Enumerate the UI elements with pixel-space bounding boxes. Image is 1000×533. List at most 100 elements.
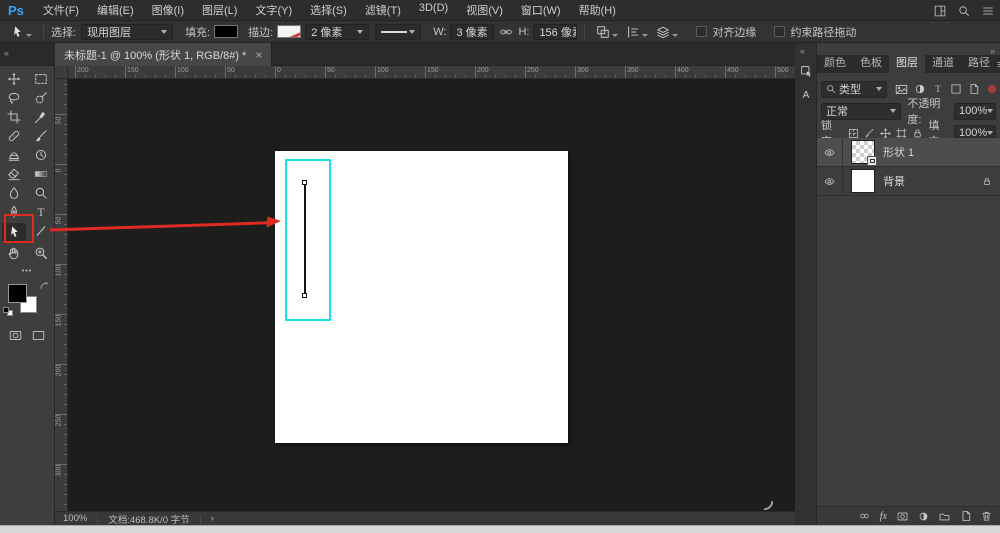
layer-name[interactable]: 背景	[883, 173, 905, 189]
brush-tool[interactable]	[29, 128, 53, 143]
default-colors-icon[interactable]	[3, 307, 13, 316]
path-arrangement-button[interactable]	[656, 25, 678, 39]
new-group-icon[interactable]	[938, 511, 951, 522]
quick-mask-icon[interactable]	[8, 329, 23, 342]
filter-pixel-layers-icon[interactable]	[895, 83, 908, 96]
shape-height-input[interactable]: 156 像素	[533, 24, 577, 40]
lock-position-icon[interactable]	[880, 128, 891, 139]
menu-item[interactable]: 文件(F)	[34, 2, 88, 18]
filter-smart-objects-icon[interactable]	[968, 83, 980, 95]
filter-shape-layers-icon[interactable]	[950, 83, 962, 95]
stroke-width-dropdown[interactable]: 2 像素	[305, 24, 369, 40]
menu-item[interactable]: 3D(D)	[410, 2, 457, 18]
menu-item[interactable]: 图层(L)	[193, 2, 246, 18]
lock-pixels-icon[interactable]	[864, 128, 875, 139]
spot-healing-brush-tool[interactable]	[2, 128, 26, 143]
screen-mode-icon[interactable]	[31, 329, 46, 342]
lock-artboard-icon[interactable]	[896, 128, 907, 139]
edit-toolbar-icon[interactable]: •••	[0, 268, 54, 275]
character-panel-icon[interactable]: A	[798, 87, 814, 103]
menu-item[interactable]: 窗口(W)	[512, 2, 570, 18]
tool-preset-button[interactable]	[10, 25, 32, 39]
gradient-tool[interactable]	[29, 166, 53, 181]
horizontal-ruler[interactable]: 2001501005005010015020025030035040045050…	[55, 66, 795, 79]
workspace-icon[interactable]	[934, 5, 946, 17]
history-brush-tool[interactable]	[29, 147, 53, 162]
lock-all-icon[interactable]	[912, 128, 923, 139]
blur-tool[interactable]	[2, 185, 26, 200]
anchor-point-top[interactable]	[302, 180, 307, 185]
lock-transparency-icon[interactable]	[848, 128, 859, 139]
menu-item[interactable]: 文字(Y)	[246, 2, 301, 18]
align-edges-checkbox[interactable]: 对齐边缘	[696, 24, 756, 40]
properties-panel-icon[interactable]	[798, 63, 814, 79]
layer-row-shape1[interactable]: 形状 1	[817, 138, 1000, 167]
collapsed-panel-strip: « A	[795, 43, 817, 525]
anchor-point-bottom[interactable]	[302, 293, 307, 298]
clone-stamp-tool[interactable]	[2, 147, 26, 162]
panel-tab[interactable]: 路径	[961, 52, 997, 73]
constrain-path-checkbox[interactable]: 约束路径拖动	[774, 24, 856, 40]
delete-layer-icon[interactable]	[981, 510, 992, 522]
status-expand-icon[interactable]: ›	[211, 513, 214, 524]
visibility-toggle[interactable]	[817, 138, 843, 166]
filter-type-dropdown[interactable]: 类型	[821, 81, 887, 98]
path-alignment-button[interactable]	[626, 25, 648, 39]
fill-swatch[interactable]	[214, 25, 238, 38]
crop-tool[interactable]	[2, 109, 26, 124]
menu-item[interactable]: 编辑(E)	[88, 2, 143, 18]
lasso-tool[interactable]	[2, 90, 26, 105]
menu-icon[interactable]	[982, 5, 994, 17]
select-mode-dropdown[interactable]: 现用图层	[81, 24, 173, 40]
opacity-dropdown[interactable]: 100%	[954, 103, 996, 120]
path-operations-button[interactable]	[596, 25, 618, 39]
panel-tab[interactable]: 颜色	[817, 52, 853, 73]
link-dimensions-icon[interactable]	[499, 26, 513, 38]
stroke-swatch[interactable]	[277, 25, 301, 38]
swap-colors-icon[interactable]	[39, 281, 49, 291]
close-tab-icon[interactable]: ×	[255, 49, 262, 61]
menu-item[interactable]: 帮助(H)	[570, 2, 625, 18]
new-layer-icon[interactable]	[960, 510, 972, 522]
layer-thumbnail[interactable]	[851, 140, 875, 164]
menu-item[interactable]: 视图(V)	[457, 2, 512, 18]
move-tool[interactable]	[2, 71, 26, 86]
line-shape[interactable]	[304, 183, 306, 296]
stroke-type-dropdown[interactable]	[375, 24, 421, 40]
adjustment-layer-icon[interactable]	[918, 511, 929, 522]
shape-width-input[interactable]: 3 像素	[450, 24, 494, 40]
panel-tab[interactable]: 图层	[889, 52, 925, 73]
eraser-tool[interactable]	[2, 166, 26, 181]
layer-row-background[interactable]: 背景	[817, 167, 1000, 196]
zoom-level-field[interactable]: 100%	[63, 513, 87, 524]
panel-tab[interactable]: 色板	[853, 52, 889, 73]
layer-thumbnail[interactable]	[851, 169, 875, 193]
zoom-tool[interactable]	[29, 245, 53, 260]
visibility-toggle[interactable]	[817, 167, 843, 195]
menu-item[interactable]: 滤镜(T)	[356, 2, 410, 18]
hand-tool[interactable]	[2, 245, 26, 260]
vertical-ruler[interactable]: 50050100150200250300	[55, 79, 68, 511]
shape-selection-box[interactable]	[285, 159, 331, 321]
menu-item[interactable]: 选择(S)	[301, 2, 356, 18]
add-mask-icon[interactable]	[896, 511, 909, 522]
search-icon[interactable]	[958, 5, 970, 17]
align-edges-label: 对齐边缘	[712, 24, 756, 40]
filter-adjustment-layers-icon[interactable]	[914, 83, 926, 95]
link-layers-icon[interactable]	[858, 511, 871, 521]
panel-tab[interactable]: 通道	[925, 52, 961, 73]
expand-panels-icon[interactable]: «	[800, 46, 806, 56]
rectangular-marquee-tool[interactable]	[29, 71, 53, 86]
menu-item[interactable]: 图像(I)	[143, 2, 193, 18]
filter-toggle-icon[interactable]	[988, 85, 996, 93]
document-tab[interactable]: 未标题-1 @ 100% (形状 1, RGB/8#) * ×	[55, 43, 272, 66]
quick-selection-tool[interactable]	[29, 90, 53, 105]
layer-style-icon[interactable]: fx	[880, 511, 887, 522]
layer-name[interactable]: 形状 1	[883, 144, 914, 160]
dodge-tool[interactable]	[29, 185, 53, 200]
ruler-origin-corner[interactable]	[55, 66, 68, 79]
foreground-color-swatch[interactable]	[8, 284, 27, 303]
filter-type-layers-icon[interactable]: T	[932, 83, 944, 95]
collapse-toolbar-icon[interactable]: «	[4, 48, 10, 58]
eyedropper-tool[interactable]	[29, 109, 53, 124]
